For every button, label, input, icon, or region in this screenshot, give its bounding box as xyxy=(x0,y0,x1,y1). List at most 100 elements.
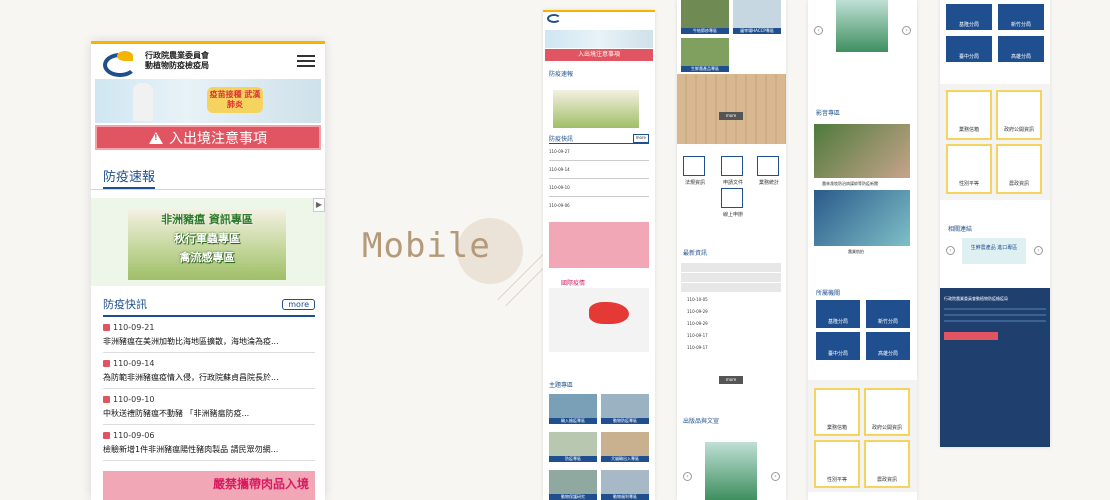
mini-news-date: 110-09-06 xyxy=(549,203,570,208)
topic-tile[interactable]: 牛結節疹專區 xyxy=(681,0,729,34)
hero-banner[interactable]: 疫苗接種 武漢肺炎 xyxy=(95,79,321,123)
service-tile-mailbox[interactable]: 業務信箱 xyxy=(814,388,860,436)
topic-tile[interactable]: 屠宰場HACCP專區 xyxy=(733,0,781,34)
mobile-preview-main: 行政院農業委員會 動植物防疫檢疫局 疫苗接種 武漢肺炎 入出境注意事項 防疫速報… xyxy=(91,41,325,500)
site-header: 行政院農業委員會 動植物防疫檢疫局 xyxy=(91,44,325,77)
service-tile-mailbox[interactable]: 業務信箱 xyxy=(946,90,992,140)
unit-tile-keelung[interactable]: 基隆分局 xyxy=(946,4,992,30)
news-title: 防疫快訊 xyxy=(103,298,147,311)
service-tile-open-info[interactable]: 政府公開資訊 xyxy=(996,90,1042,140)
latest-date: 110-09-17 xyxy=(687,345,708,350)
latest-date: 110-10-05 xyxy=(687,297,708,302)
mobile-preview-2: 牛結節疹專區 屠宰場HACCP專區 生鮮農產品專區 more 法規資訊 申請文件… xyxy=(677,0,786,500)
chevron-right-icon[interactable]: ▶ xyxy=(313,198,325,212)
unit-tile-taichung[interactable]: 臺中分局 xyxy=(946,36,992,62)
meat-ban-banner[interactable]: 嚴禁攜帶肉品入境 xyxy=(103,471,315,500)
latest-tabs[interactable] xyxy=(681,262,781,292)
agency-logo xyxy=(547,14,561,23)
document-icon[interactable] xyxy=(721,156,743,176)
site-footer: 行政院農業委員會動植物防疫檢疫局 xyxy=(940,288,1050,447)
footer-title: 行政院農業委員會動植物防疫檢疫局 xyxy=(944,296,1008,301)
news-card: 防疫快訊 more 110-09-21 非洲豬瘟在美洲加勒比海地區擴散，海地淪為… xyxy=(103,296,315,461)
online-apply-icon[interactable] xyxy=(721,188,743,208)
latest-date: 110-09-17 xyxy=(687,333,708,338)
icon-label: 線上申辦 xyxy=(723,212,744,218)
service-tile-agri-info[interactable]: 農政資訊 xyxy=(996,144,1042,194)
mini-promo-banner[interactable] xyxy=(553,90,639,128)
bell-icon xyxy=(103,396,110,403)
news-item[interactable]: 110-09-14 為防範非洲豬瘟疫情入侵，行政院蘇貞昌院長於... xyxy=(103,353,315,389)
meat-ban-banner-text: 嚴禁攜帶肉品入境 xyxy=(212,477,309,491)
wood-background xyxy=(677,74,786,144)
agency-logo[interactable] xyxy=(101,49,141,77)
mini-news-card: 防疫快訊 more 110-09-27 110-09-14 110-09-10 … xyxy=(549,134,649,208)
service-tile-open-info[interactable]: 政府公開資訊 xyxy=(864,388,910,436)
link-banner[interactable]: 生鮮農產品 進口專區 xyxy=(962,238,1026,264)
topic-tile[interactable]: 動物防疫專區 xyxy=(601,394,649,424)
news-text: 中秋送禮防豬瘟不動豬 「非洲豬瘟防疫... xyxy=(103,409,250,418)
bell-icon xyxy=(103,432,110,439)
news-item[interactable]: 110-09-10 中秋送禮防豬瘟不動豬 「非洲豬瘟防疫... xyxy=(103,389,315,425)
mini-header xyxy=(547,14,651,28)
unit-tile-keelung[interactable]: 基隆分局 xyxy=(816,300,860,328)
mini-more-button[interactable]: more xyxy=(632,134,649,143)
law-icon[interactable] xyxy=(683,156,705,176)
mini-news-date: 110-09-10 xyxy=(549,185,570,190)
chart-icon[interactable] xyxy=(757,156,779,176)
topic-tile[interactable]: 動物福利專區 xyxy=(601,470,649,500)
bell-icon xyxy=(103,324,110,331)
mini-entry-notice[interactable]: 入出境注意事項 xyxy=(545,49,653,61)
service-tile-agri-info[interactable]: 農政資訊 xyxy=(864,440,910,488)
hero-banner-text: 疫苗接種 武漢肺炎 xyxy=(207,87,263,113)
news-date: 110-09-06 xyxy=(113,431,155,440)
publication-cover[interactable] xyxy=(836,0,888,52)
chevron-right-icon[interactable]: › xyxy=(771,472,780,481)
unit-tile-hsinchu[interactable]: 新竹分局 xyxy=(866,300,910,328)
news-item[interactable]: 110-09-06 檢驗新增1件非洲豬瘟陽性豬肉製品 請民眾勿網... xyxy=(103,425,315,461)
mobile-preview-4: 基隆分局 新竹分局 臺中分局 高雄分局 業務信箱 政府公開資訊 性別平等 農政資… xyxy=(940,0,1050,447)
icon-label: 業務統計 xyxy=(759,180,780,186)
chevron-right-icon[interactable]: › xyxy=(1034,246,1043,255)
news-item[interactable]: 110-09-21 非洲豬瘟在美洲加勒比海地區擴散，海地淪為疫... xyxy=(103,317,315,353)
bell-icon xyxy=(103,360,110,367)
agency-name: 行政院農業委員會 動植物防疫檢疫局 xyxy=(145,51,209,71)
service-tile-gender[interactable]: 性別平等 xyxy=(946,144,992,194)
hamburger-menu-icon[interactable] xyxy=(297,54,315,67)
chevron-left-icon[interactable]: ‹ xyxy=(946,246,955,255)
topic-tile[interactable]: 動物保護研究 xyxy=(549,470,597,500)
more-button[interactable]: more xyxy=(282,298,315,310)
topic-tile[interactable]: 生鮮農產品專區 xyxy=(681,38,729,72)
unit-tile-kaohsiung[interactable]: 高雄分局 xyxy=(866,332,910,360)
more-button[interactable]: more xyxy=(719,112,743,120)
mini-section-title: 防疫速報 xyxy=(549,71,574,78)
mobile-label: Mobile xyxy=(362,226,491,266)
topic-tile[interactable]: 輸入檢疫專區 xyxy=(549,394,597,424)
chevron-left-icon[interactable]: ‹ xyxy=(683,472,692,481)
service-tile-gender[interactable]: 性別平等 xyxy=(814,440,860,488)
video-caption: 農林漁牧防治病媒蚊等防疫新聞 xyxy=(822,181,878,186)
publications-title: 出版品與文宣 xyxy=(683,418,720,425)
mini-hero-banner[interactable] xyxy=(545,30,653,48)
news-date: 110-09-14 xyxy=(113,359,155,368)
mini-meat-ban-banner[interactable] xyxy=(549,222,649,268)
video-thumbnail[interactable] xyxy=(814,190,910,246)
more-button[interactable]: more xyxy=(719,376,743,384)
publication-cover[interactable] xyxy=(705,442,757,500)
entry-notice-label: 入出境注意事項 xyxy=(169,130,267,147)
entry-notice-button[interactable]: 入出境注意事項 xyxy=(95,125,321,150)
units-section-title: 所屬機關 xyxy=(816,290,841,297)
chevron-left-icon[interactable]: ‹ xyxy=(814,26,823,35)
video-thumbnail[interactable] xyxy=(814,124,910,178)
latest-info-title: 最新資訊 xyxy=(683,250,708,257)
topic-tile[interactable]: 防疫專區 xyxy=(549,432,597,462)
unit-tile-hsinchu[interactable]: 新竹分局 xyxy=(998,4,1044,30)
chevron-right-icon[interactable]: › xyxy=(902,26,911,35)
promo-banner[interactable]: 非洲豬瘟 資訊專區 秋行軍蟲專區 禽流感專區 xyxy=(128,210,286,280)
unit-tile-taichung[interactable]: 臺中分局 xyxy=(816,332,860,360)
icon-label: 法規資訊 xyxy=(685,180,706,186)
world-map[interactable] xyxy=(549,288,649,352)
video-caption: 農業航拍 xyxy=(848,249,864,254)
unit-tile-kaohsiung[interactable]: 高雄分局 xyxy=(998,36,1044,62)
promo-area: ▶ 非洲豬瘟 資訊專區 秋行軍蟲專區 禽流感專區 xyxy=(91,198,325,286)
topic-tile[interactable]: 犬貓輸出入專區 xyxy=(601,432,649,462)
